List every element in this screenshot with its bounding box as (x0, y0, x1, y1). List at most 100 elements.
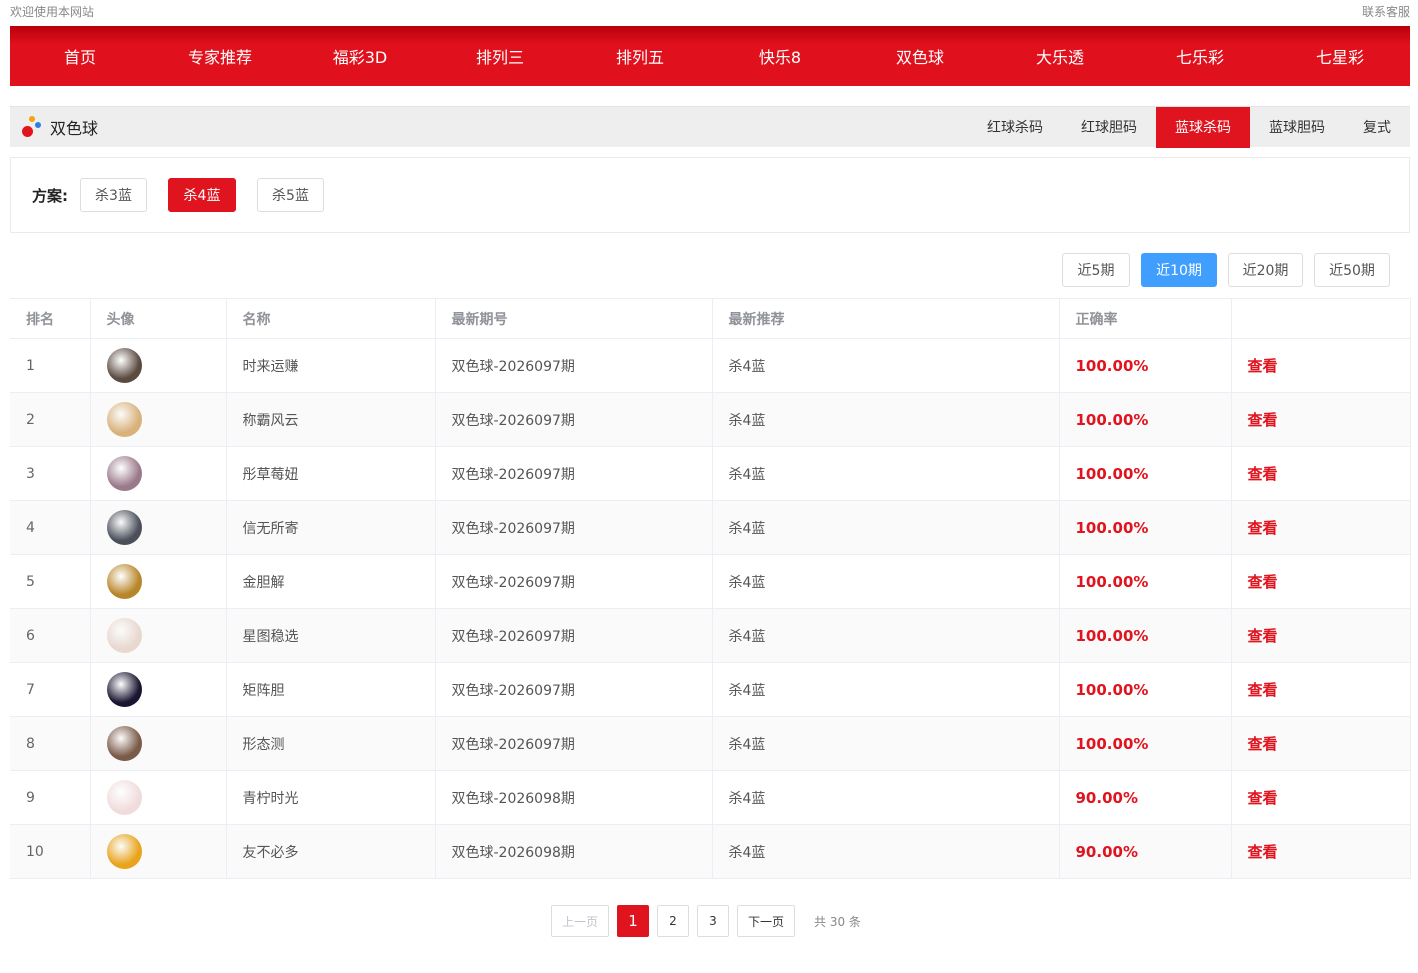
expert-name[interactable]: 友不必多 (226, 824, 436, 879)
latest-issue: 双色球-2026097期 (435, 662, 713, 717)
avatar-cell (90, 554, 227, 609)
ranking-table: 排名 头像 名称 最新期号 最新推荐 正确率 1 时来运赚 双色球-2026097期 杀4蓝 10… (10, 298, 1411, 879)
avatar[interactable] (106, 564, 142, 599)
accuracy-rate: 100.00% (1059, 392, 1232, 447)
view-button[interactable]: 查看 (1231, 716, 1411, 771)
rank-cell: 5 (10, 554, 91, 609)
expert-name[interactable]: 金胆解 (226, 554, 436, 609)
rank-cell: 4 (10, 500, 91, 555)
view-button[interactable]: 查看 (1231, 824, 1411, 879)
table-row: 4 信无所寄 双色球-2026097期 杀4蓝 100.00% 查看 (10, 500, 1411, 555)
view-button[interactable]: 查看 (1231, 770, 1411, 825)
plan-option-1[interactable]: 杀4蓝 (168, 178, 236, 212)
view-button[interactable]: 查看 (1231, 500, 1411, 555)
avatar[interactable] (106, 456, 142, 491)
view-button[interactable]: 查看 (1231, 392, 1411, 447)
expert-name[interactable]: 时来运赚 (226, 338, 436, 393)
avatar[interactable] (106, 672, 142, 707)
accuracy-rate: 90.00% (1059, 770, 1232, 825)
nav-item-0[interactable]: 首页 (10, 26, 150, 86)
latest-recommendation: 杀4蓝 (712, 446, 1060, 501)
tab-1[interactable]: 红球胆码 (1062, 107, 1156, 148)
period-option-2[interactable]: 近20期 (1228, 253, 1303, 287)
latest-recommendation: 杀4蓝 (712, 392, 1060, 447)
view-button[interactable]: 查看 (1231, 608, 1411, 663)
pagination: 上一页 1 2 3 下一页 共 30 条 (551, 905, 861, 937)
avatar[interactable] (106, 780, 142, 815)
table-row: 5 金胆解 双色球-2026097期 杀4蓝 100.00% 查看 (10, 554, 1411, 609)
expert-name[interactable]: 彤草莓妞 (226, 446, 436, 501)
column-header-2: 名称 (226, 298, 436, 339)
avatar[interactable] (106, 618, 142, 653)
latest-issue: 双色球-2026097期 (435, 608, 713, 663)
avatar[interactable] (106, 402, 142, 437)
view-button[interactable]: 查看 (1231, 338, 1411, 393)
table-row: 1 时来运赚 双色球-2026097期 杀4蓝 100.00% 查看 (10, 338, 1411, 393)
column-header-3: 最新期号 (435, 298, 713, 339)
page-button-2[interactable]: 2 (657, 905, 689, 937)
view-button[interactable]: 查看 (1231, 554, 1411, 609)
nav-item-2[interactable]: 福彩3D (290, 26, 430, 86)
table-row: 3 彤草莓妞 双色球-2026097期 杀4蓝 100.00% 查看 (10, 446, 1411, 501)
page-button-3[interactable]: 3 (697, 905, 729, 937)
avatar[interactable] (106, 348, 142, 383)
next-page-button[interactable]: 下一页 (737, 905, 795, 937)
rank-cell: 10 (10, 824, 91, 879)
nav-item-1[interactable]: 专家推荐 (150, 26, 290, 86)
lottery-balls-icon (21, 115, 43, 139)
rank-cell: 1 (10, 338, 91, 393)
rank-cell: 8 (10, 716, 91, 771)
section-header: 双色球 红球杀码 红球胆码 蓝球杀码 蓝球胆码 复式 (10, 106, 1410, 148)
tab-0[interactable]: 红球杀码 (968, 107, 1062, 148)
latest-issue: 双色球-2026097期 (435, 716, 713, 771)
avatar-cell (90, 500, 227, 555)
nav-item-9[interactable]: 七星彩 (1270, 26, 1410, 86)
nav-item-7[interactable]: 大乐透 (990, 26, 1130, 86)
page-button-1[interactable]: 1 (617, 905, 649, 937)
nav-item-4[interactable]: 排列五 (570, 26, 710, 86)
expert-name[interactable]: 称霸风云 (226, 392, 436, 447)
accuracy-rate: 100.00% (1059, 716, 1232, 771)
plan-option-2[interactable]: 杀5蓝 (257, 178, 324, 212)
tab-2[interactable]: 蓝球杀码 (1156, 106, 1250, 148)
accuracy-rate: 100.00% (1059, 500, 1232, 555)
accuracy-rate: 100.00% (1059, 554, 1232, 609)
period-option-0[interactable]: 近5期 (1062, 253, 1130, 287)
avatar[interactable] (106, 726, 142, 761)
column-header-5: 正确率 (1059, 298, 1232, 339)
latest-recommendation: 杀4蓝 (712, 716, 1060, 771)
period-option-1[interactable]: 近10期 (1141, 253, 1217, 287)
accuracy-rate: 100.00% (1059, 446, 1232, 501)
main-nav: 首页 专家推荐 福彩3D 排列三 排列五 快乐8 双色球 大乐透 七乐彩 七星彩 (10, 26, 1410, 86)
plan-label: 方案: (32, 186, 68, 205)
column-header-1: 头像 (90, 298, 227, 339)
nav-item-8[interactable]: 七乐彩 (1130, 26, 1270, 86)
avatar-cell (90, 716, 227, 771)
rank-cell: 7 (10, 662, 91, 717)
tab-3[interactable]: 蓝球胆码 (1250, 107, 1344, 148)
nav-item-6[interactable]: 双色球 (850, 26, 990, 86)
expert-name[interactable]: 矩阵胆 (226, 662, 436, 717)
accuracy-rate: 100.00% (1059, 338, 1232, 393)
plan-option-0[interactable]: 杀3蓝 (80, 178, 147, 212)
table-row: 8 形态测 双色球-2026097期 杀4蓝 100.00% 查看 (10, 716, 1411, 771)
expert-name[interactable]: 星图稳选 (226, 608, 436, 663)
column-header-4: 最新推荐 (712, 298, 1060, 339)
avatar[interactable] (106, 510, 142, 545)
nav-item-3[interactable]: 排列三 (430, 26, 570, 86)
view-button[interactable]: 查看 (1231, 662, 1411, 717)
latest-recommendation: 杀4蓝 (712, 554, 1060, 609)
avatar-cell (90, 338, 227, 393)
expert-name[interactable]: 信无所寄 (226, 500, 436, 555)
avatar-cell (90, 446, 227, 501)
period-option-3[interactable]: 近50期 (1314, 253, 1390, 287)
contact-service-link[interactable]: 联系客服 (1362, 3, 1410, 20)
avatar[interactable] (106, 834, 142, 869)
tab-4[interactable]: 复式 (1344, 107, 1410, 148)
latest-issue: 双色球-2026097期 (435, 392, 713, 447)
expert-name[interactable]: 青柠时光 (226, 770, 436, 825)
view-button[interactable]: 查看 (1231, 446, 1411, 501)
expert-name[interactable]: 形态测 (226, 716, 436, 771)
nav-item-5[interactable]: 快乐8 (710, 26, 850, 86)
rank-cell: 9 (10, 770, 91, 825)
